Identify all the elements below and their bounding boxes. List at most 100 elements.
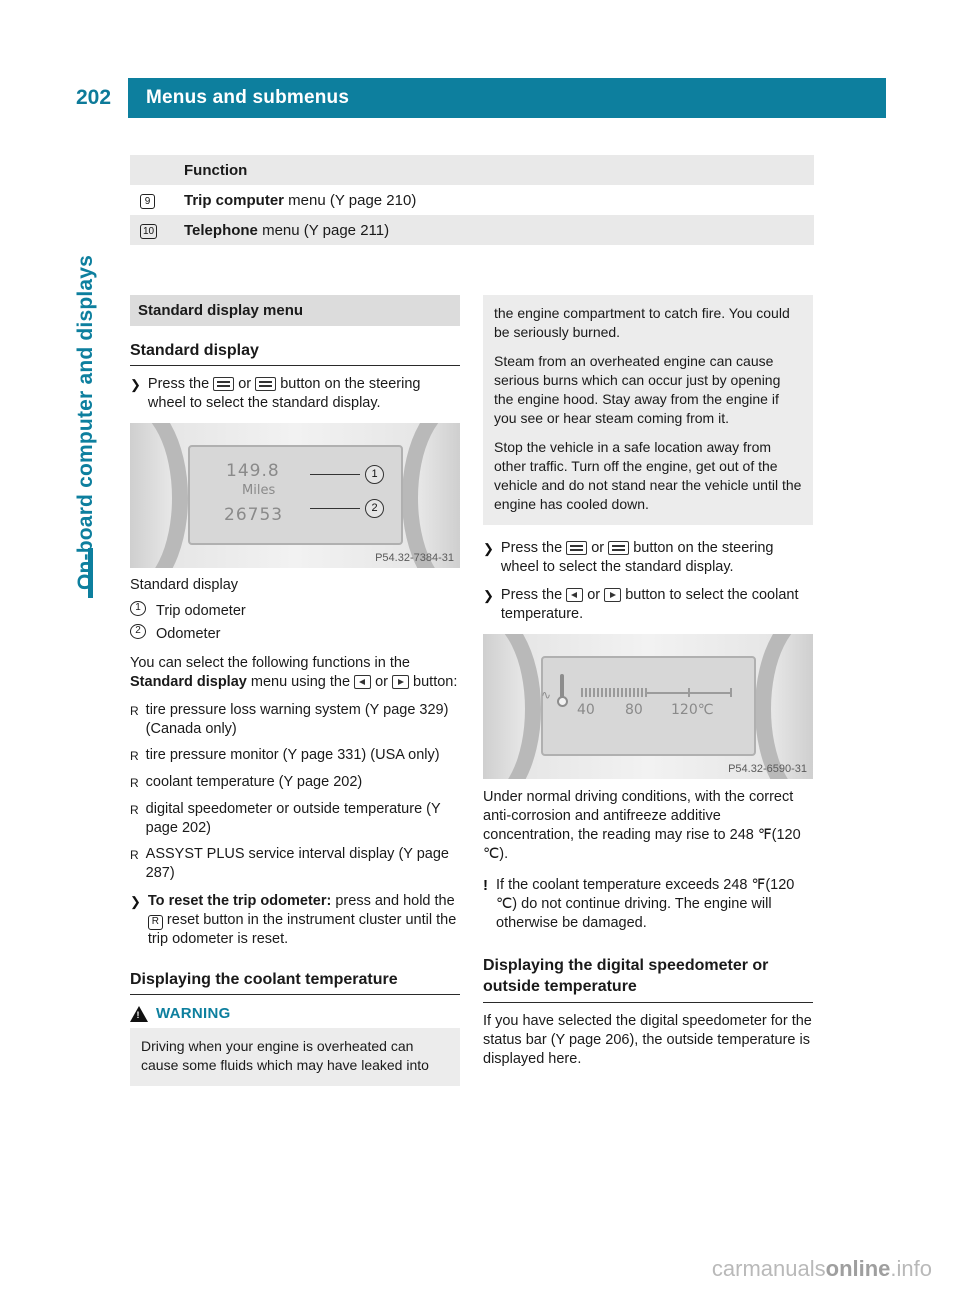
instrument-cluster-screen: 149.8 Miles 26753 1 2: [188, 445, 403, 545]
trip-odometer-value: 149.8: [226, 461, 280, 481]
instruction-reset-trip: ❯ To reset the trip odometer: press and …: [130, 892, 460, 949]
reset-text: To reset the trip odometer: press and ho…: [147, 892, 460, 949]
steering-wheel-up-button-icon: [213, 377, 235, 391]
instruction-text: Press the or button to select the coolan…: [501, 586, 813, 624]
right-arrow-button-icon: [604, 588, 622, 602]
reset-bold: To reset the trip odometer:: [147, 893, 332, 909]
bullet-icon: R: [130, 704, 139, 718]
right-arrow-button-icon: [392, 675, 410, 689]
gauge-tick: [645, 688, 647, 697]
symbol-9-icon: 9: [140, 194, 155, 209]
warning-heading: WARNING: [130, 1005, 460, 1022]
row-label: Telephone menu (Y page 211): [184, 222, 814, 239]
list-item-text: ASSYST PLUS service interval display (Y …: [145, 846, 449, 881]
left-arrow-button-icon: [354, 675, 372, 689]
thermometer-stem: [560, 674, 564, 698]
or-word: or: [238, 376, 252, 392]
step-marker-icon: ❯: [130, 377, 141, 392]
units-label: Miles: [242, 483, 276, 498]
table-row: 9 Trip computer menu (Y page 210): [130, 185, 814, 215]
gauge-tick: [730, 688, 732, 697]
reset-text-b: reset button in the instrument cluster u…: [147, 912, 457, 947]
instruction-text: Press the or button on the steering whee…: [501, 539, 813, 577]
page-number: 202: [72, 78, 128, 118]
instrument-cluster-screen: ∿ 40 80 120℃: [541, 656, 756, 756]
or-word: or: [591, 540, 605, 556]
right-column: the engine compartment to catch fire. Yo…: [483, 295, 813, 1078]
list-item: Rdigital speedometer or outside temperat…: [130, 800, 460, 838]
table-header-function: Function: [184, 161, 248, 179]
illustration-code: P54.32-6590-31: [728, 763, 807, 775]
instruction-select-coolant: ❯ Press the or button to select the cool…: [483, 586, 813, 624]
watermark-suffix: .info: [890, 1256, 932, 1281]
gauge-tick: [688, 688, 690, 697]
coolant-body-text: Under normal driving conditions, with th…: [483, 789, 801, 862]
thermometer-icon: [557, 674, 568, 708]
left-column: Standard display menu Standard display ❯…: [130, 295, 460, 1086]
caution-note: ! If the coolant temperature exceeds 248…: [483, 876, 813, 933]
steering-wheel-right-graphic: [755, 634, 813, 779]
bullet-icon: R: [130, 776, 139, 790]
intro-bold: Standard display: [130, 674, 247, 690]
row-label-bold: Telephone: [184, 221, 258, 239]
intro-part-d: button:: [409, 674, 458, 690]
list-item-text: coolant temperature (Y page 202): [145, 774, 363, 790]
warning-body-left: Driving when your engine is overheated c…: [130, 1028, 460, 1086]
list-item: R ASSYST PLUS service interval display (Y…: [130, 845, 460, 883]
steering-wheel-down-button-icon: [255, 377, 277, 391]
illustration-standard-display: 149.8 Miles 26753 1 2 P54.32-7384-31: [130, 423, 460, 568]
intro-part-b: menu using the: [246, 674, 355, 690]
speedometer-body-text: If you have selected the digital speedom…: [483, 1013, 812, 1067]
or-word: or: [587, 587, 601, 603]
bullet-icon: R: [130, 749, 139, 763]
table-row: 10 Telephone menu (Y page 211): [130, 215, 814, 245]
illustration-coolant-gauge: ∿ 40 80 120℃ P54.32-6590-31: [483, 634, 813, 779]
warning-text: Steam from an overheated engine can caus…: [494, 353, 781, 426]
legend-title: Standard display: [130, 577, 239, 593]
gauge-label-40: 40: [577, 702, 595, 718]
caution-text: If the coolant temperature exceeds 248 ℉…: [496, 877, 795, 931]
list-item: Rtire pressure loss warning system (Y pa…: [130, 701, 460, 739]
warning-text: the engine compartment to catch fire. Yo…: [494, 305, 790, 340]
warning-text: Stop the vehicle in a safe location away…: [494, 439, 802, 512]
list-item: Rtire pressure monitor (Y page 331) (USA…: [130, 746, 460, 766]
warning-text: Driving when your engine is overheated c…: [141, 1038, 429, 1073]
section-heading-standard-display-menu: Standard display menu: [130, 295, 460, 326]
select-functions-intro: You can select the following functions i…: [130, 654, 460, 692]
press-prefix: Press the: [500, 587, 563, 603]
odometer-value: 26753: [224, 505, 284, 525]
legend-marker-1: 1: [130, 601, 146, 616]
callout-1: 1: [365, 465, 384, 484]
list-item-text: tire pressure monitor (Y page 331) (USA …: [145, 747, 440, 763]
reset-button-icon: R: [147, 915, 163, 930]
wave-icon: ∿: [541, 688, 552, 702]
subheading-standard-display: Standard display: [130, 342, 460, 366]
callout-leader-1: [310, 474, 360, 476]
list-item-text: digital speedometer or outside temperatu…: [145, 801, 441, 836]
subheading-digital-speedometer: Displaying the digital speedometer or ou…: [483, 955, 813, 1003]
row-label: Trip computer menu (Y page 210): [184, 192, 814, 209]
warning-triangle-icon: [130, 1005, 148, 1022]
legend-item: 2 Odometer: [130, 624, 460, 645]
intro-part-c: or: [371, 674, 393, 690]
chapter-accent-rule: [88, 548, 93, 598]
steering-wheel-left-graphic: [130, 423, 188, 568]
watermark-plain: carmanuals: [711, 1256, 826, 1281]
exclamation-icon: !: [483, 877, 488, 894]
legend-text-1: Trip odometer: [156, 603, 246, 619]
row-label-rest: menu (Y page 211): [257, 221, 390, 239]
list-item: Rcoolant temperature (Y page 202): [130, 773, 460, 793]
document-page: 202 Menus and submenus On-board computer…: [0, 0, 960, 1302]
thermometer-bulb: [557, 696, 568, 707]
function-table: Function 9 Trip computer menu (Y page 21…: [130, 155, 814, 245]
legend-marker-2: 2: [130, 624, 146, 639]
reset-text-a: press and hold the: [331, 893, 455, 909]
watermark: carmanualsonline.info: [712, 1256, 932, 1282]
instruction-text: Press the or button on the steering whee…: [148, 375, 460, 413]
row-symbol: 9: [140, 191, 184, 209]
row-label-bold: Trip computer: [184, 191, 285, 209]
left-arrow-button-icon: [566, 588, 584, 602]
steering-wheel-right-graphic: [402, 423, 460, 568]
callout-leader-2: [310, 508, 360, 510]
press-prefix: Press the: [147, 376, 210, 392]
